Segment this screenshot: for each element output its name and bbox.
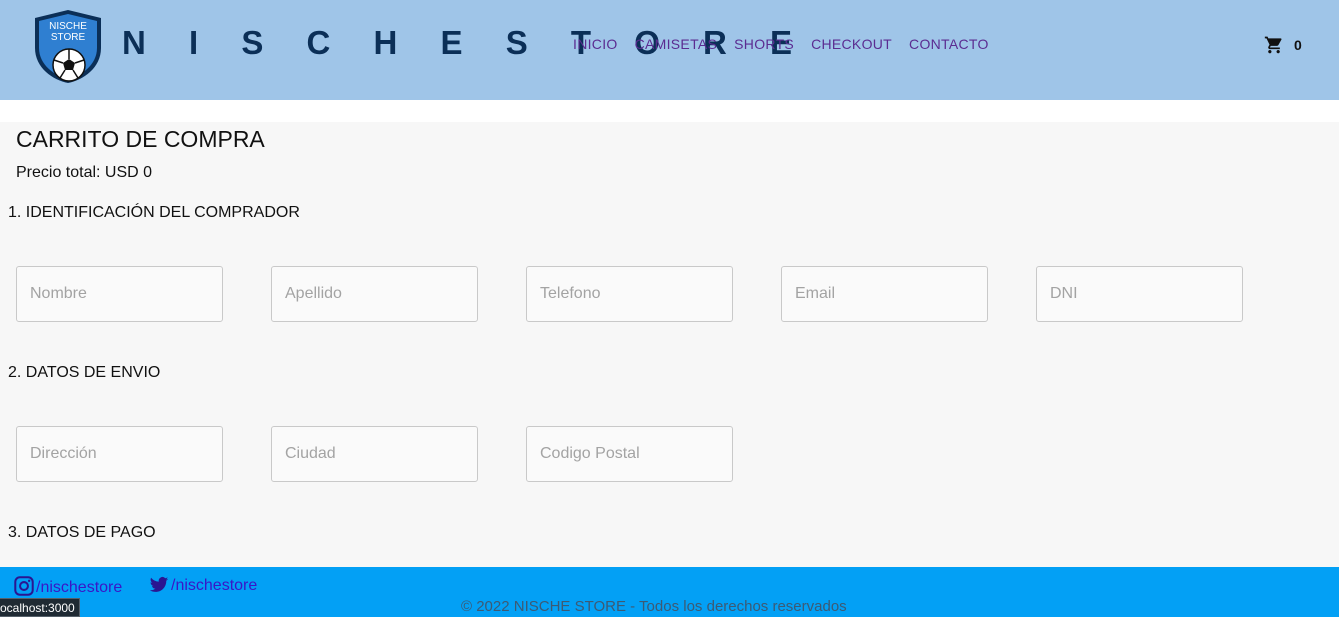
svg-text:NISCHE: NISCHE — [49, 21, 87, 32]
ciudad-input[interactable] — [271, 426, 478, 482]
dni-input[interactable] — [1036, 266, 1243, 322]
section-payment-title: 3. DATOS DE PAGO — [8, 524, 156, 541]
header: NISCHE STORE N I S C H E S T O R E INICI… — [0, 0, 1339, 100]
direccion-input[interactable] — [16, 426, 223, 482]
nav-item-camisetas[interactable]: CAMISETAS — [635, 36, 718, 52]
twitter-link[interactable]: /nischestore — [148, 575, 257, 595]
svg-text:STORE: STORE — [51, 32, 86, 43]
nav-item-contacto[interactable]: CONTACTO — [909, 36, 989, 52]
main-nav: INICIO CAMISETAS SHORTS CHECKOUT CONTACT… — [573, 36, 1006, 52]
nav-item-checkout[interactable]: CHECKOUT — [811, 36, 892, 52]
email-input[interactable] — [781, 266, 988, 322]
nav-item-shorts[interactable]: SHORTS — [734, 36, 794, 52]
telefono-input[interactable] — [526, 266, 733, 322]
footer: /nischestore /nischestore © 2022 NISCHE … — [0, 567, 1339, 617]
apellido-input[interactable] — [271, 266, 478, 322]
cart-icon — [1264, 36, 1282, 54]
header-spacer — [0, 100, 1339, 122]
status-bar-url: ocalhost:3000 — [0, 598, 80, 617]
instagram-link[interactable]: /nischestore — [13, 575, 122, 597]
page-title: CARRITO DE COMPRA — [16, 126, 265, 152]
section-shipping-title: 2. DATOS DE ENVIO — [8, 364, 161, 381]
section-buyer-title: 1. IDENTIFICACIÓN DEL COMPRADOR — [8, 204, 300, 221]
nombre-input[interactable] — [16, 266, 223, 322]
instagram-handle: /nischestore — [36, 579, 123, 596]
codigo-postal-input[interactable] — [526, 426, 733, 482]
twitter-handle: /nischestore — [171, 577, 258, 594]
copyright-text: © 2022 NISCHE STORE - Todos los derechos… — [461, 598, 847, 615]
cart-button[interactable]: 0 — [1264, 35, 1302, 55]
logo-shield-icon[interactable]: NISCHE STORE — [31, 8, 105, 84]
total-price: Precio total: USD 0 — [16, 164, 153, 181]
cart-count: 0 — [1294, 37, 1302, 53]
nav-item-inicio[interactable]: INICIO — [573, 36, 618, 52]
twitter-icon — [149, 577, 169, 592]
instagram-icon — [14, 576, 34, 596]
